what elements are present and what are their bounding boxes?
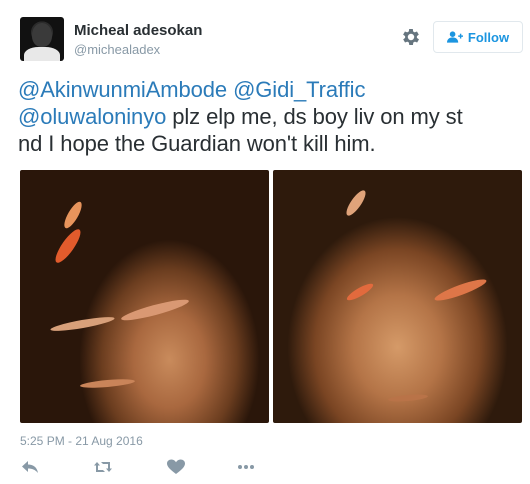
tweet-photo-1[interactable] [20, 170, 269, 423]
avatar[interactable] [20, 17, 64, 61]
wound-mark [387, 393, 429, 403]
more-icon[interactable] [236, 458, 256, 476]
tweet-actions [20, 458, 280, 478]
retweet-icon[interactable] [93, 458, 113, 476]
follow-label: Follow [467, 29, 510, 45]
gear-icon[interactable] [400, 26, 422, 48]
wound-mark [119, 296, 191, 324]
tweet-text: @AkinwunmiAmbode @Gidi_Traffic @oluwalon… [18, 76, 518, 157]
avatar-face [32, 23, 52, 47]
wound-mark [345, 281, 375, 303]
user-name[interactable]: Micheal adesokan [74, 22, 202, 39]
tweet-body-line2: nd I hope the Guardian won't kill him. [18, 131, 376, 156]
heart-icon[interactable] [166, 458, 186, 476]
mention-link[interactable]: @AkinwunmiAmbode [18, 77, 227, 102]
mention-link[interactable]: @oluwaloninyo [18, 104, 166, 129]
wound-mark [432, 275, 489, 305]
wound-mark [343, 187, 369, 219]
wound-mark [79, 377, 136, 390]
tweet-photo-2[interactable] [273, 170, 522, 423]
add-user-icon [446, 31, 463, 43]
wound-mark [51, 226, 85, 266]
tweet-card: Micheal adesokan @michealadex Follow @Ak… [0, 0, 530, 484]
timestamp[interactable]: 5:25 PM - 21 Aug 2016 [20, 434, 143, 448]
tweet-body-line1: plz elp me, ds boy liv on my st [166, 104, 463, 129]
wound-mark [49, 314, 116, 334]
mention-link[interactable]: @Gidi_Traffic [233, 77, 365, 102]
avatar-shirt [24, 47, 60, 61]
wound-mark [61, 199, 85, 231]
user-handle[interactable]: @michealadex [74, 42, 160, 57]
follow-button[interactable]: Follow [433, 21, 523, 53]
reply-icon[interactable] [20, 458, 40, 476]
